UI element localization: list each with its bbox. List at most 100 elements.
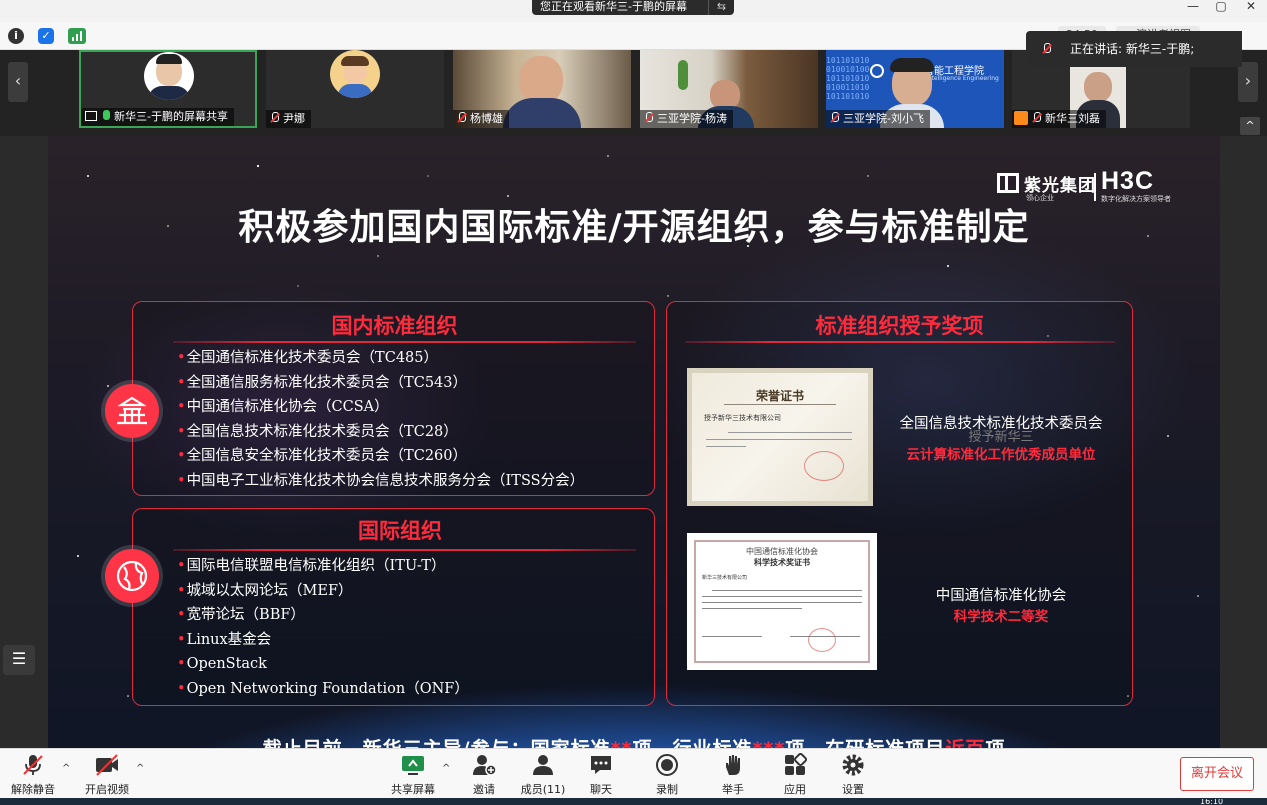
award-2-name: 科学技术二等奖 <box>953 609 1049 625</box>
video-off-icon <box>94 753 120 777</box>
participant-tile[interactable]: 杨博雄 <box>453 50 631 128</box>
participant-name: 尹娜 <box>266 110 311 128</box>
participant-tile[interactable]: 三亚学院-杨涛 <box>640 50 818 128</box>
school-logo-icon <box>870 64 884 78</box>
share-screen-label: 共享屏幕 <box>391 783 435 796</box>
maximize-button[interactable]: ▢ <box>1208 0 1234 15</box>
logo-divider <box>1094 173 1096 201</box>
list-item: 城域以太网论坛（MEF） <box>177 579 469 604</box>
mic-muted-icon <box>270 112 279 124</box>
mic-muted-icon <box>1032 112 1041 124</box>
award-2-org: 中国通信标准化协会 <box>935 588 1067 604</box>
list-item: 国际电信联盟电信标准化组织（ITU-T） <box>177 554 469 579</box>
active-speaker-indicator: 正在讲话: 新华三-于鹏; <box>1026 31 1242 67</box>
participant-tile[interactable]: 尹娜 <box>266 50 444 128</box>
record-icon <box>654 753 680 777</box>
strip-next-button[interactable]: › <box>1238 62 1258 102</box>
minimize-button[interactable]: — <box>1180 0 1206 15</box>
seal-stamp <box>804 451 844 481</box>
participant-video-person <box>519 56 563 104</box>
list-item: 宽带论坛（BBF） <box>177 603 469 628</box>
mic-on-icon <box>101 110 110 122</box>
members-label: 成员(11) <box>520 783 566 796</box>
list-item: 全国通信服务标准化技术委员会（TC543） <box>177 371 584 396</box>
settings-button[interactable]: 设置 <box>836 753 870 797</box>
temple-icon <box>105 384 159 438</box>
list-item: Linux基金会 <box>177 628 469 653</box>
awards-heading: 标准组织授予奖项 <box>815 314 984 338</box>
collapse-strip-button[interactable]: ^ <box>1240 117 1260 135</box>
heading-rule <box>173 549 636 551</box>
strip-prev-button[interactable]: ‹ <box>8 62 28 102</box>
heading-rule <box>685 341 1115 343</box>
info-icon[interactable]: i <box>8 28 24 44</box>
os-clock: 16:10 <box>1200 799 1224 805</box>
participant-name: 新华三刘磊 <box>1012 110 1106 128</box>
record-label: 录制 <box>656 783 678 796</box>
participant-tile[interactable]: 新华三-于鹏的屏幕共享 <box>79 50 257 128</box>
globe-icon <box>105 549 159 603</box>
unigroup-logo-icon <box>997 173 1019 193</box>
certificate-text-line <box>702 636 762 637</box>
list-item: 全国信息安全标准化技术委员会（TC260） <box>177 444 584 469</box>
list-item: Open Networking Foundation（ONF） <box>177 677 469 702</box>
raise-hand-button[interactable]: 举手 <box>716 753 750 797</box>
mic-muted-icon <box>644 112 653 124</box>
certificate-text-line <box>702 608 802 609</box>
slide-title: 积极参加国内国际标准/开源组织，参与标准制定 <box>238 207 1030 248</box>
audio-options-chevron-icon[interactable]: ^ <box>62 763 70 774</box>
leave-meeting-button[interactable]: 离开会议 <box>1180 757 1254 791</box>
list-item: 中国电子工业标准化技术协会信息技术服务分会（ITSS分会） <box>177 469 585 494</box>
honor-certificate-image: 荣誉证书 授予新华三技术有限公司 <box>687 368 873 506</box>
apps-button[interactable]: 应用 <box>778 752 812 797</box>
screen-share-icon <box>85 111 97 121</box>
certificate-text-line <box>706 446 746 447</box>
signal-strength-icon[interactable] <box>68 28 86 44</box>
record-button[interactable]: 录制 <box>650 753 684 797</box>
invite-icon <box>471 753 497 777</box>
avatar <box>144 52 194 100</box>
domestic-orgs-list: 全国通信标准化技术委员会（TC485） 全国通信服务标准化技术委员会（TC543… <box>177 346 585 494</box>
settings-icon <box>840 753 866 777</box>
certificate-text-line <box>702 596 862 597</box>
host-badge-icon <box>1014 111 1028 125</box>
close-button[interactable]: ✕ <box>1238 0 1264 15</box>
unmute-button[interactable]: 解除静音 <box>10 753 56 797</box>
heading-rule <box>173 341 636 343</box>
list-item: 中国通信标准化协会（CCSA） <box>177 395 584 420</box>
start-video-button[interactable]: 开启视频 <box>84 753 130 797</box>
raise-hand-label: 举手 <box>722 783 744 796</box>
award-2-caption: 中国通信标准化协会 科学技术二等奖 <box>893 584 1109 625</box>
share-options-chevron-icon[interactable]: ^ <box>442 763 450 774</box>
share-screen-icon <box>400 753 426 777</box>
international-orgs-heading: 国际组织 <box>358 519 442 543</box>
certificate-text-line <box>712 590 862 591</box>
start-video-label: 开启视频 <box>85 783 129 796</box>
certificate-text-line <box>702 602 862 603</box>
plant-decoration <box>678 60 688 90</box>
invite-button[interactable]: 邀请 <box>466 753 502 797</box>
share-status-banner[interactable]: 您正在观看新华三-于鹏的屏幕 ⇆ <box>532 0 734 15</box>
title-bar: 您正在观看新华三-于鹏的屏幕 ⇆ — ▢ ✕ <box>0 0 1267 22</box>
chat-label: 聊天 <box>590 783 612 796</box>
participant-hair <box>890 58 934 72</box>
chat-button[interactable]: 聊天 <box>584 753 618 797</box>
mic-muted-icon <box>457 112 466 124</box>
certificate-text-line <box>728 432 852 433</box>
tech-award-certificate-image: 中国通信标准化协会 科学技术奖证书 新华三技术有限公司 <box>687 533 877 670</box>
members-button[interactable]: 成员(11) <box>520 753 566 797</box>
domestic-orgs-heading: 国内标准组织 <box>331 314 458 338</box>
awards-panel: 标准组织授予奖项 荣誉证书 授予新华三技术有限公司 全国信息技术标准化技术委员会… <box>666 301 1133 706</box>
seal-stamp <box>808 628 836 652</box>
list-view-button[interactable]: ☰ <box>3 645 35 675</box>
international-orgs-list: 国际电信联盟电信标准化组织（ITU-T） 城域以太网论坛（MEF） 宽带论坛（B… <box>177 554 469 701</box>
menu-icon[interactable]: ⇆ <box>708 0 734 15</box>
meeting-toolbar: 解除静音 ^ 开启视频 ^ 共享屏幕 ^ 邀请 成员(11) 聊天 录制 举手 … <box>0 748 1267 805</box>
unmute-label: 解除静音 <box>11 783 55 796</box>
binary-decoration: 101101010 010010100 101101010 010011010 1011… <box>826 56 870 101</box>
participant-tile[interactable]: 101101010 010010100 101101010 010011010 1011… <box>826 50 1004 128</box>
share-screen-button[interactable]: 共享屏幕 <box>390 753 436 797</box>
video-options-chevron-icon[interactable]: ^ <box>136 763 144 774</box>
shield-icon[interactable]: ✓ <box>38 28 54 44</box>
list-item: 全国通信标准化技术委员会（TC485） <box>177 346 584 371</box>
